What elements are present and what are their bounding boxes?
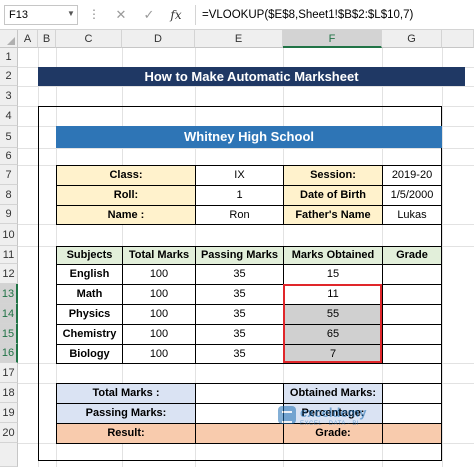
row-header-16[interactable]: 16 bbox=[0, 344, 18, 363]
father-name-value[interactable]: Lukas bbox=[382, 205, 442, 225]
header-grade[interactable]: Grade bbox=[382, 246, 442, 265]
row-header-3[interactable]: 3 bbox=[0, 86, 18, 106]
row-header-2[interactable]: 2 bbox=[0, 67, 18, 86]
name-value[interactable]: Ron bbox=[195, 205, 284, 225]
row-header-14[interactable]: 14 bbox=[0, 304, 18, 324]
roll-value[interactable]: 1 bbox=[195, 185, 284, 206]
header-marks-obtained[interactable]: Marks Obtained bbox=[283, 246, 383, 265]
obtained-marks-label[interactable]: Obtained Marks: bbox=[283, 383, 383, 404]
column-header-c[interactable]: C bbox=[56, 30, 122, 48]
marks-obtained-cell[interactable]: 15 bbox=[283, 264, 383, 285]
watermark-name: exceldemy bbox=[300, 405, 367, 420]
total-marks-cell[interactable]: 100 bbox=[122, 324, 196, 345]
exceldemy-watermark: exceldemy EXCEL · DATA · BI bbox=[278, 404, 388, 434]
row-header-19[interactable]: 19 bbox=[0, 403, 18, 423]
result-value[interactable] bbox=[195, 423, 284, 444]
total-marks-summary-value[interactable] bbox=[195, 383, 284, 404]
row-header-7[interactable]: 7 bbox=[0, 165, 18, 185]
selection-range[interactable] bbox=[283, 284, 382, 363]
total-marks-summary-label[interactable]: Total Marks : bbox=[56, 383, 196, 404]
dob-label[interactable]: Date of Birth bbox=[283, 185, 383, 206]
select-all-corner[interactable] bbox=[0, 30, 18, 48]
exceldemy-logo-icon bbox=[278, 406, 296, 424]
subject-cell[interactable]: Math bbox=[56, 284, 123, 305]
passing-marks-summary-label[interactable]: Passing Marks: bbox=[56, 403, 196, 424]
class-value[interactable]: IX bbox=[195, 165, 284, 186]
total-marks-cell[interactable]: 100 bbox=[122, 264, 196, 285]
passing-marks-cell[interactable]: 35 bbox=[195, 264, 284, 285]
row-header-8[interactable]: 8 bbox=[0, 185, 18, 205]
grade-summary-value[interactable] bbox=[382, 423, 442, 444]
dob-value[interactable]: 1/5/2000 bbox=[382, 185, 442, 206]
total-marks-cell[interactable]: 100 bbox=[122, 304, 196, 325]
row-header-13[interactable]: 13 bbox=[0, 284, 18, 304]
insert-function-icon[interactable]: fx bbox=[167, 6, 185, 24]
row-header-5[interactable]: 5 bbox=[0, 126, 18, 148]
formula-bar: F13 ▼ ⋮ ✕ ✓ fx =VLOOKUP($E$8,Sheet1!$B$2… bbox=[0, 0, 474, 30]
cancel-icon[interactable]: ✕ bbox=[112, 6, 130, 24]
gridline bbox=[442, 48, 443, 467]
row-header-15[interactable]: 15 bbox=[0, 324, 18, 344]
passing-marks-summary-value[interactable] bbox=[195, 403, 284, 424]
total-marks-cell[interactable]: 100 bbox=[122, 284, 196, 305]
header-passing-marks[interactable]: Passing Marks bbox=[195, 246, 284, 265]
result-label[interactable]: Result: bbox=[56, 423, 196, 444]
passing-marks-cell[interactable]: 35 bbox=[195, 344, 284, 364]
percentage-value[interactable] bbox=[382, 403, 442, 424]
grade-cell[interactable] bbox=[382, 324, 442, 345]
watermark-tagline: EXCEL · DATA · BI bbox=[300, 421, 360, 427]
name-box-dropdown-icon[interactable]: ▼ bbox=[64, 5, 78, 25]
name-label[interactable]: Name : bbox=[56, 205, 196, 225]
subject-cell[interactable]: Physics bbox=[56, 304, 123, 325]
row-header-6[interactable]: 6 bbox=[0, 148, 18, 165]
row-header-10[interactable]: 10 bbox=[0, 224, 18, 246]
row-header-9[interactable]: 9 bbox=[0, 205, 18, 224]
column-header-b[interactable]: B bbox=[38, 30, 56, 48]
total-marks-cell[interactable]: 100 bbox=[122, 344, 196, 364]
session-value[interactable]: 2019-20 bbox=[382, 165, 442, 186]
row-header-4[interactable]: 4 bbox=[0, 106, 18, 126]
header-subjects[interactable]: Subjects bbox=[56, 246, 123, 265]
obtained-marks-value[interactable] bbox=[382, 383, 442, 404]
column-header-a[interactable]: A bbox=[18, 30, 38, 48]
passing-marks-cell[interactable]: 35 bbox=[195, 304, 284, 325]
column-header-d[interactable]: D bbox=[122, 30, 195, 48]
formula-input[interactable]: =VLOOKUP($E$8,Sheet1!$B$2:$L$10,7) bbox=[195, 5, 474, 25]
passing-marks-cell[interactable]: 35 bbox=[195, 324, 284, 345]
enter-icon[interactable]: ✓ bbox=[140, 6, 158, 24]
row-header-17[interactable]: 17 bbox=[0, 363, 18, 383]
more-options-icon[interactable]: ⋮ bbox=[88, 7, 100, 23]
row-header-18[interactable]: 18 bbox=[0, 383, 18, 403]
father-name-label[interactable]: Father's Name bbox=[283, 205, 383, 225]
row-header-12[interactable]: 12 bbox=[0, 264, 18, 284]
session-label[interactable]: Session: bbox=[283, 165, 383, 186]
column-header-h[interactable] bbox=[442, 30, 474, 48]
subject-cell[interactable]: English bbox=[56, 264, 123, 285]
row-header-11[interactable]: 11 bbox=[0, 246, 18, 264]
subject-cell[interactable]: Biology bbox=[56, 344, 123, 364]
column-header-f[interactable]: F bbox=[283, 30, 382, 48]
grade-cell[interactable] bbox=[382, 304, 442, 325]
row-header-20[interactable]: 20 bbox=[0, 423, 18, 443]
subject-cell[interactable]: Chemistry bbox=[56, 324, 123, 345]
class-label[interactable]: Class: bbox=[56, 165, 196, 186]
row-header-1[interactable]: 1 bbox=[0, 48, 18, 67]
column-header-g[interactable]: G bbox=[382, 30, 442, 48]
row-header-21[interactable] bbox=[0, 443, 18, 467]
grade-cell[interactable] bbox=[382, 344, 442, 364]
grade-cell[interactable] bbox=[382, 284, 442, 305]
sheet-title[interactable]: How to Make Automatic Marksheet bbox=[38, 67, 465, 86]
passing-marks-cell[interactable]: 35 bbox=[195, 284, 284, 305]
gridline bbox=[18, 86, 474, 87]
column-header-e[interactable]: E bbox=[195, 30, 283, 48]
header-total-marks[interactable]: Total Marks bbox=[122, 246, 196, 265]
grade-cell[interactable] bbox=[382, 264, 442, 285]
roll-label[interactable]: Roll: bbox=[56, 185, 196, 206]
school-name[interactable]: Whitney High School bbox=[56, 126, 442, 148]
select-all-icon bbox=[7, 37, 15, 45]
